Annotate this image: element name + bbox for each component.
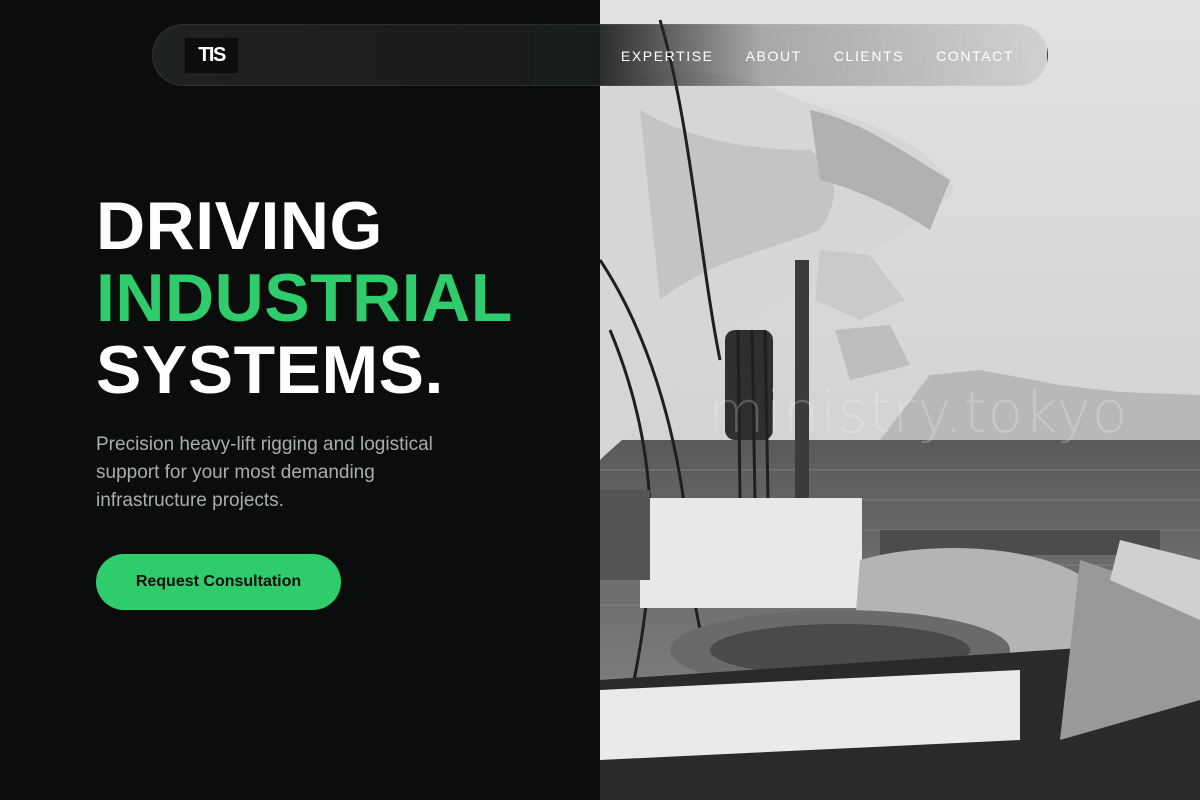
brand-logo[interactable]: TIS — [185, 38, 238, 73]
nav-link-contact[interactable]: CONTACT — [936, 48, 1014, 64]
headline-line-1: DRIVING — [96, 188, 383, 264]
nav-links: EXPERTISE ABOUT CLIENTS CONTACT — [621, 25, 1014, 87]
nav-link-expertise[interactable]: EXPERTISE — [621, 48, 714, 64]
landing-page: ministry.tokyo TIS EXPERTISE ABOUT CLIEN… — [0, 0, 1200, 800]
headline-line-2: INDUSTRIAL — [96, 260, 513, 336]
headline-line-3: SYSTEMS. — [96, 332, 444, 408]
top-nav: TIS EXPERTISE ABOUT CLIENTS CONTACT — [152, 24, 1048, 86]
hero-subtitle: Precision heavy-lift rigging and logisti… — [96, 434, 433, 511]
request-consultation-button[interactable]: Request Consultation — [96, 554, 341, 610]
image-watermark: ministry.tokyo — [708, 378, 1129, 446]
nav-link-about[interactable]: ABOUT — [746, 48, 802, 64]
hero-headline: DRIVING INDUSTRIAL SYSTEMS. — [96, 190, 513, 406]
nav-link-clients[interactable]: CLIENTS — [834, 48, 904, 64]
hero-image: ministry.tokyo — [600, 0, 1200, 800]
